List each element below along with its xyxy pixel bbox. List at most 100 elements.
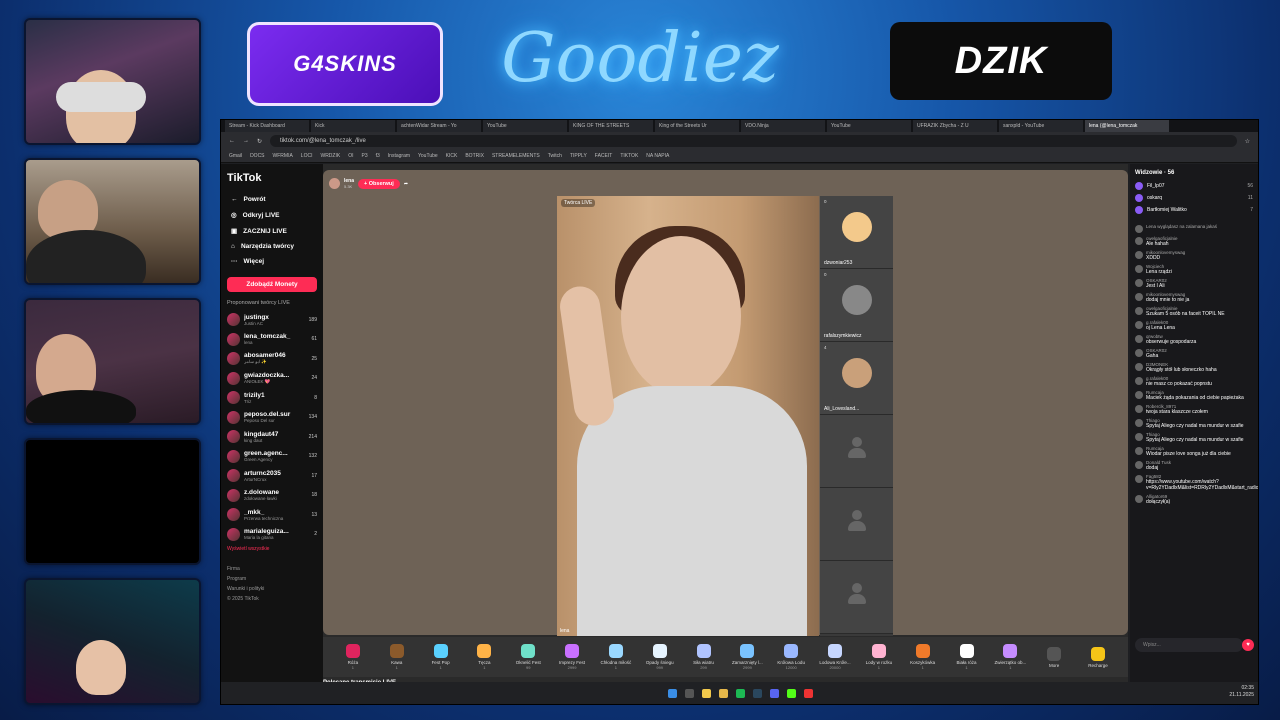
sidebar-nav-item[interactable]: ← Powrót xyxy=(227,192,317,207)
sidebar-nav-item[interactable]: ⌂ Narzędzia twórcy xyxy=(227,239,317,254)
bookmark-item[interactable]: WFRMIA xyxy=(273,153,293,159)
viewer-item[interactable]: Fil_lp07 56 xyxy=(1135,180,1253,192)
bookmark-item[interactable]: Instagram xyxy=(388,153,410,159)
gift-item[interactable]: Siła wiatru 299 xyxy=(682,644,726,670)
guest-slot[interactable] xyxy=(820,488,893,561)
bookmark-item[interactable]: DOCS xyxy=(250,153,264,159)
spotify-icon[interactable] xyxy=(736,688,745,698)
guest-slot[interactable]: 0 rafalszymkiewicz xyxy=(820,269,893,342)
chrome-icon[interactable] xyxy=(702,688,711,698)
browser-tab[interactable]: Kick xyxy=(311,120,395,132)
creator-item[interactable]: justingx Justin AC 189 xyxy=(227,310,317,330)
search-icon[interactable] xyxy=(685,688,694,698)
sidebar-nav-item[interactable]: ··· Więcej xyxy=(227,254,317,269)
browser-tab[interactable]: YouTube xyxy=(827,120,911,132)
creator-item[interactable]: kingdaut47 king daut 214 xyxy=(227,427,317,447)
creator-item[interactable]: lena_tomczak_ lena 61 xyxy=(227,330,317,350)
bookmark-item[interactable]: TIPPLY xyxy=(570,153,587,159)
browser-tab[interactable]: UFRAZIK Zbycha - Z U xyxy=(913,120,997,132)
chat-username[interactable]: Lena wyglądasz na zalamana jakaś xyxy=(1146,224,1217,229)
chat-input[interactable]: Wpisz... xyxy=(1135,638,1243,652)
footer-link[interactable]: Program xyxy=(227,574,317,584)
viewer-item[interactable]: Bartłomiej Walitko 7 xyxy=(1135,204,1253,216)
obs-icon[interactable] xyxy=(804,688,813,698)
discord-icon[interactable] xyxy=(770,688,779,698)
bookmark-item[interactable]: f3 xyxy=(376,153,380,159)
creator-item[interactable]: abosamer046 ابو سامر ✨ 25 xyxy=(227,349,317,369)
sidebar-nav-item[interactable]: ▣ ZACZNIJ LIVE xyxy=(227,223,317,239)
bookmark-item[interactable]: LOCI xyxy=(301,153,313,159)
bookmark-item[interactable]: OI xyxy=(348,153,353,159)
footer-link[interactable]: Firma xyxy=(227,564,317,574)
tiktok-logo[interactable]: TikTok xyxy=(227,172,317,184)
viewer-item[interactable]: oskarq 11 xyxy=(1135,192,1253,204)
browser-tab[interactable]: sanxpld - YouTube xyxy=(999,120,1083,132)
creator-item[interactable]: _mkk_ Przerwa techniczna 13 xyxy=(227,505,317,525)
back-icon[interactable]: ← xyxy=(229,138,235,144)
folder-icon[interactable] xyxy=(719,688,728,698)
bookmark-item[interactable]: NA NAPIA xyxy=(646,153,669,159)
browser-tab[interactable]: Stream - Kick Dashboard xyxy=(225,120,309,132)
heart-icon[interactable]: ♥ xyxy=(1242,639,1254,651)
gift-item[interactable]: Biała róża 1 xyxy=(945,644,989,670)
reload-icon[interactable]: ↻ xyxy=(257,138,262,145)
url-field[interactable]: tiktok.com/@lena_tomczak_/live xyxy=(270,135,1237,147)
star-icon[interactable]: ☆ xyxy=(1245,138,1250,145)
kick-icon[interactable] xyxy=(787,688,796,698)
gift-item[interactable]: More xyxy=(1032,646,1076,668)
gift-item[interactable]: Imprezy Fest 2999 xyxy=(550,644,594,670)
guest-slot[interactable]: 4 Ali_Lovesland... xyxy=(820,342,893,415)
browser-tab[interactable]: VDO.Ninja xyxy=(741,120,825,132)
gift-item[interactable]: Oknelić Fest 99 xyxy=(506,644,550,670)
gift-item[interactable]: Opady śniegu 999 xyxy=(638,644,682,670)
creator-item[interactable]: z.dolowane zdołowane ławki 18 xyxy=(227,486,317,506)
bookmark-item[interactable]: Gmail xyxy=(229,153,242,159)
creator-item[interactable]: marialeguiza... Maria la gitana 2 xyxy=(227,525,317,545)
footer-link[interactable]: © 2025 TikTok xyxy=(227,594,317,604)
start-icon[interactable] xyxy=(668,688,677,698)
gift-item[interactable]: Zwierzątko ob... 1 xyxy=(988,644,1032,670)
guest-slot[interactable]: 0 dzwoniar253 xyxy=(820,196,893,269)
creator-item[interactable]: arturnc2035 ArturNCrux 17 xyxy=(227,466,317,486)
follow-button[interactable]: + Obserwuj xyxy=(358,178,400,189)
gift-item[interactable]: Fest Pop 1 xyxy=(419,644,463,670)
bookmark-item[interactable]: STREAMELEMENTS xyxy=(492,153,540,159)
guest-slot[interactable] xyxy=(820,561,893,634)
creator-item[interactable]: gwiazdoczka... ANIOŁEK 💖 24 xyxy=(227,369,317,389)
guest-slot[interactable] xyxy=(820,415,893,488)
bookmark-item[interactable]: Twitch xyxy=(548,153,562,159)
steam-icon[interactable] xyxy=(753,688,762,698)
creator-item[interactable]: peposo.del.sur Peposo Del sur 134 xyxy=(227,408,317,428)
gift-item[interactable]: Lody w rożku 1 xyxy=(857,644,901,670)
gift-item[interactable]: Koszykówka 1 xyxy=(901,644,945,670)
gift-item[interactable]: Lodowa Króle... 20000 xyxy=(813,644,857,670)
gift-item[interactable]: Tęcza 1 xyxy=(462,644,506,670)
gift-item[interactable]: Recharge xyxy=(1076,646,1120,668)
forward-icon[interactable]: → xyxy=(243,138,249,144)
bookmark-item[interactable]: YouTube xyxy=(418,153,438,159)
browser-tab[interactable]: KING OF THE STREETS xyxy=(569,120,653,132)
footer-link[interactable]: Warunki i polityki xyxy=(227,584,317,594)
gift-item[interactable]: Królowa Lodu 12000 xyxy=(769,644,813,670)
sidebar-nav-item[interactable]: ◎ Odkryj LIVE xyxy=(227,207,317,223)
browser-tab[interactable]: achtenWidar Stream - Yo xyxy=(397,120,481,132)
share-icon[interactable]: ➦ xyxy=(404,181,408,187)
creator-item[interactable]: green.agenc... Green Agency 132 xyxy=(227,447,317,467)
bookmark-item[interactable]: TIKTOK xyxy=(620,153,638,159)
bookmark-item[interactable]: P3 xyxy=(361,153,367,159)
see-all-link[interactable]: Wyświetl wszystkie xyxy=(227,546,317,552)
browser-tab[interactable]: lena (@lena_tomczak xyxy=(1085,120,1169,132)
bookmark-item[interactable]: KICK xyxy=(446,153,458,159)
get-coins-button[interactable]: Zdobądź Monety xyxy=(227,277,317,292)
clock[interactable]: 02:35 21.11.2025 xyxy=(1229,685,1254,699)
gift-item[interactable]: Kawa 1 xyxy=(375,644,419,670)
gift-item[interactable]: Chłodna miłość 1 xyxy=(594,644,638,670)
browser-tab[interactable]: King of the Streets Ur xyxy=(655,120,739,132)
creator-item[interactable]: trizily1 Triz 8 xyxy=(227,388,317,408)
gift-item[interactable]: Zamarznięty l... 2999 xyxy=(725,644,769,670)
bookmark-item[interactable]: BOTRIX xyxy=(465,153,484,159)
bookmark-item[interactable]: WRDZIK xyxy=(320,153,340,159)
bookmark-item[interactable]: FACEIT xyxy=(595,153,613,159)
host-chip[interactable]: lena 5.3K + Obserwuj ➦ xyxy=(329,178,408,189)
host-avatar[interactable] xyxy=(329,178,340,189)
